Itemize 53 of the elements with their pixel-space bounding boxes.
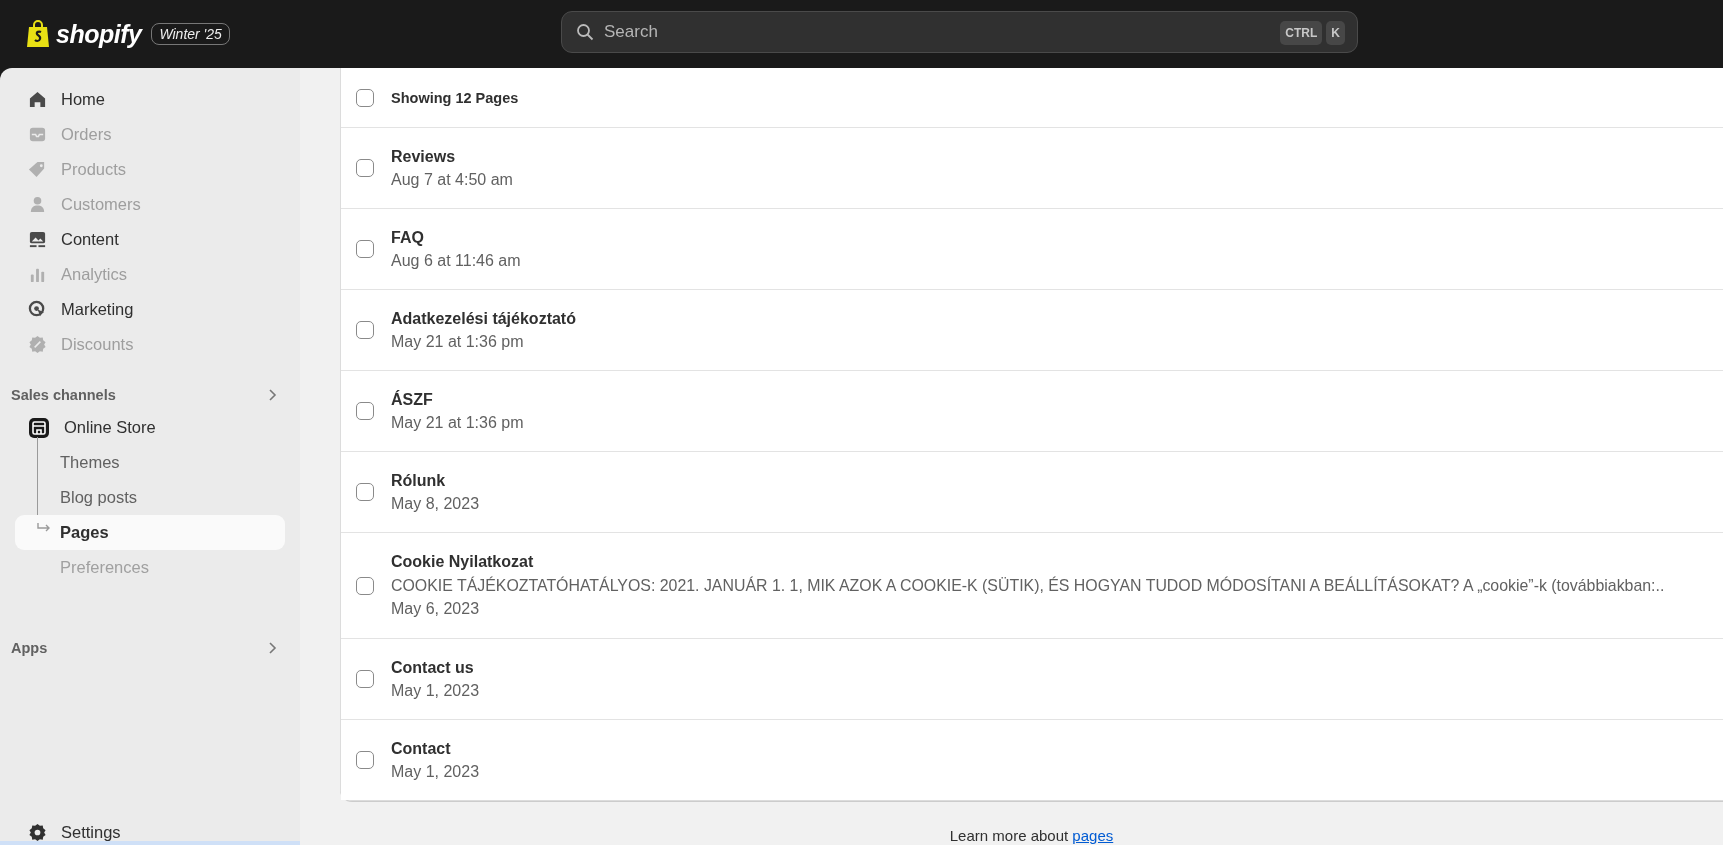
page-date: Aug 6 at 11:46 am — [391, 251, 521, 270]
search-icon — [576, 23, 594, 41]
sidebar-subitem[interactable]: Themes — [15, 445, 285, 480]
page-date: May 21 at 1:36 pm — [391, 413, 524, 432]
page-date: May 6, 2023 — [391, 600, 481, 618]
page-date: May 8, 2023 — [391, 494, 480, 513]
gear-icon — [28, 822, 47, 842]
checkbox[interactable] — [356, 751, 374, 769]
search-field[interactable]: Search CTRL K — [561, 11, 1358, 53]
section-heading: Apps — [11, 640, 48, 656]
checkbox[interactable] — [356, 483, 374, 501]
help-text: Learn more about — [949, 827, 1069, 844]
release-badge: Winter '25 — [151, 23, 230, 45]
checkbox[interactable] — [356, 670, 374, 688]
sidebar-item[interactable]: Marketing — [0, 292, 300, 327]
section-heading: Sales channels — [11, 387, 116, 403]
home-icon — [28, 90, 47, 109]
page-date: May 21 at 1:36 pm — [391, 332, 525, 351]
checkbox[interactable] — [356, 88, 374, 107]
checkbox[interactable] — [356, 159, 374, 177]
shortcut-key: K — [1326, 21, 1345, 45]
page-title[interactable]: Contact us — [391, 658, 480, 677]
checkbox[interactable] — [356, 321, 374, 339]
sidebar-item[interactable]: Settings — [61, 822, 121, 842]
page-date: May 1, 2023 — [391, 762, 480, 781]
shopping-bag-logo-icon — [26, 20, 50, 48]
page-title[interactable]: Adatkezelési tájékoztató — [391, 309, 576, 328]
page-row[interactable]: Contact May 1, 2023 — [341, 719, 1723, 800]
storefront-icon — [28, 416, 50, 439]
sidebar-item[interactable]: Online Store — [64, 418, 156, 437]
checkbox[interactable] — [356, 576, 374, 595]
logo-text: shopify — [56, 19, 142, 49]
page-date: May 1, 2023 — [391, 681, 480, 700]
search-input[interactable]: Search — [602, 21, 1269, 43]
checkbox[interactable] — [356, 240, 374, 258]
result-count: Showing 12 Pages — [391, 89, 519, 106]
sidebar-subitem[interactable]: Pages — [15, 515, 285, 550]
chevron-right-icon[interactable] — [268, 388, 278, 402]
page-date: Aug 7 at 4:50 am — [391, 170, 513, 189]
sidebar-item[interactable]: Content — [0, 222, 300, 257]
page-title[interactable]: ÁSZF — [391, 390, 524, 409]
sidebar-item[interactable]: Home — [0, 82, 300, 117]
checkbox[interactable] — [356, 402, 374, 420]
page-title[interactable]: Cookie Nyilatkozat — [391, 553, 1665, 571]
page-title[interactable]: FAQ — [391, 228, 521, 247]
sidebar-subitem[interactable]: Blog posts — [15, 480, 285, 515]
page-title[interactable]: Contact — [391, 739, 480, 758]
page-excerpt: COOKIE TÁJÉKOZTATÓHATÁLYOS: 2021. JANUÁR 1. 1, MIK AZOK A COOKIE-K (SÜTIK), ÉS HOGYAN TUDOD MÓDOSÍTANI A BEÁLLÍTÁSOKAT? A „cookie”-k (továbbiakban:.. — [391, 577, 1665, 595]
help-link[interactable]: pages — [1072, 827, 1114, 844]
page-title[interactable]: Rólunk — [391, 471, 480, 490]
page-title[interactable]: Reviews — [391, 147, 513, 166]
shortcut-key: CTRL — [1280, 21, 1323, 45]
chevron-right-icon[interactable] — [268, 641, 278, 655]
